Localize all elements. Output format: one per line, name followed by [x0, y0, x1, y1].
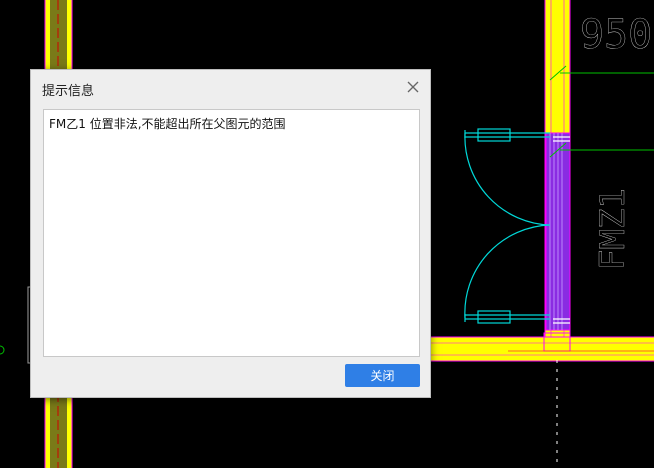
door-fmz1[interactable]: [545, 132, 571, 331]
dialog-title: 提示信息: [42, 84, 95, 99]
alert-dialog[interactable]: 提示信息 FM乙1 位置非法,不能超出所在父图元的范围 关闭: [30, 69, 431, 398]
close-icon[interactable]: [404, 78, 422, 96]
door-label: FMZ1: [593, 188, 633, 270]
close-button[interactable]: 关闭: [345, 364, 420, 387]
message-text: FM乙1 位置非法,不能超出所在父图元的范围: [49, 117, 286, 131]
dimension-text: 950: [580, 12, 652, 58]
message-box: FM乙1 位置非法,不能超出所在父图元的范围: [43, 109, 420, 357]
bottom-wall: [430, 332, 654, 362]
